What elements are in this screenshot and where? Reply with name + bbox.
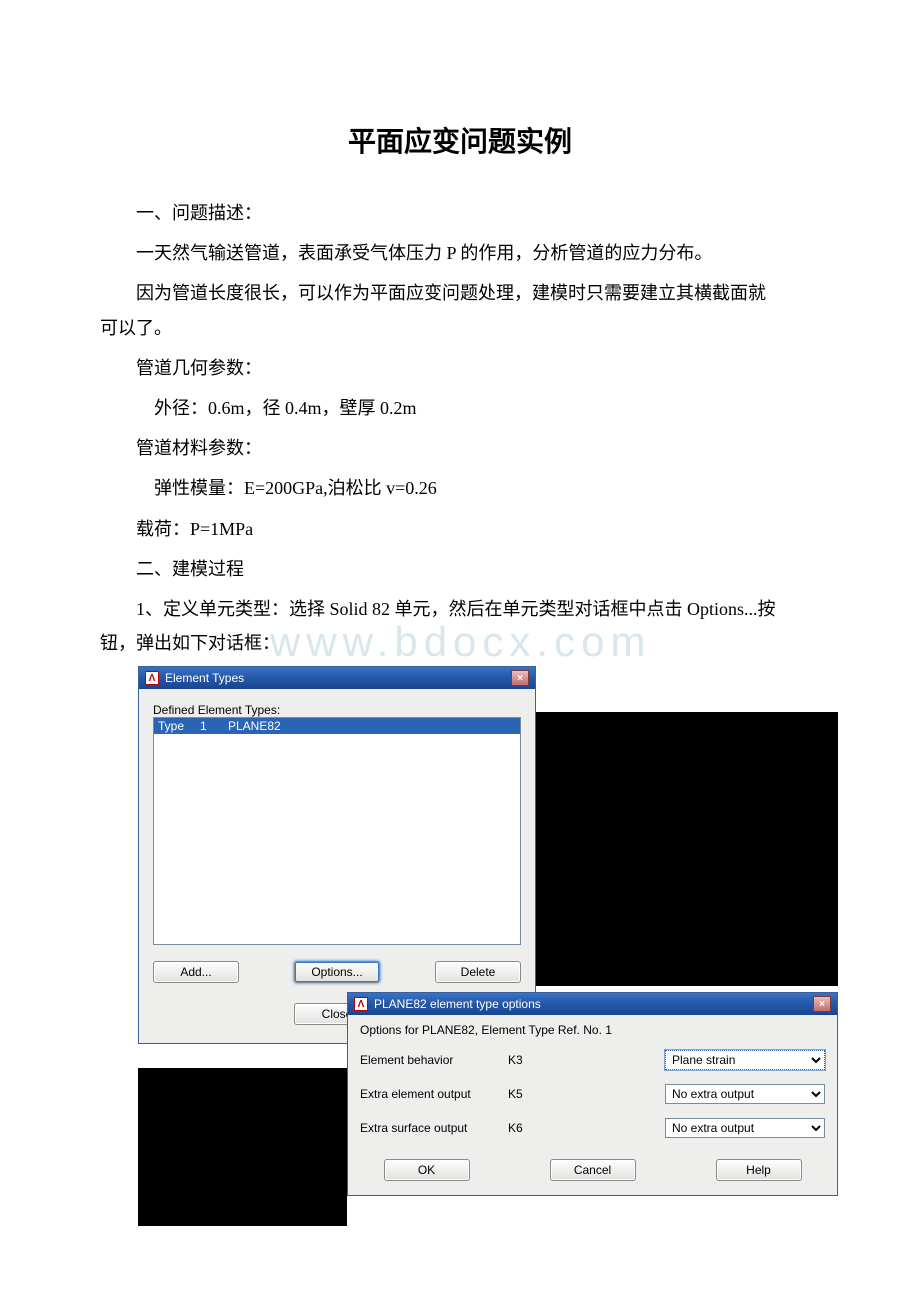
extra-surface-output-select[interactable]: No extra output <box>665 1118 825 1138</box>
option-key: K5 <box>508 1087 568 1101</box>
embedded-screenshot: Λ Element Types × Defined Element Types:… <box>138 666 838 1226</box>
options-description: Options for PLANE82, Element Type Ref. N… <box>360 1023 825 1037</box>
dialog-title: Element Types <box>165 671 511 685</box>
paragraph: 因为管道长度很长，可以作为平面应变问题处理，建模时只需要建立其横截面就 可以了。 <box>100 276 820 344</box>
paragraph: 一天然气输送管道，表面承受气体压力 P 的作用，分析管道的应力分布。 <box>100 236 820 270</box>
element-types-list[interactable]: Type 1 PLANE82 <box>153 717 521 945</box>
element-types-dialog: Λ Element Types × Defined Element Types:… <box>138 666 536 1044</box>
paragraph: 载荷：P=1MPa <box>100 512 820 546</box>
option-label: Extra surface output <box>360 1121 508 1135</box>
help-button[interactable]: Help <box>716 1159 802 1181</box>
paragraph-line: 钮，弹出如下对话框： <box>100 626 820 660</box>
paragraph-line: 因为管道长度很长，可以作为平面应变问题处理，建模时只需要建立其横截面就 <box>100 276 820 310</box>
doc-title: 平面应变问题实例 <box>100 120 820 160</box>
background-panel <box>536 712 838 986</box>
plane82-options-dialog: Λ PLANE82 element type options × Options… <box>347 992 838 1196</box>
paragraph: 弹性模量：E=200GPa,泊松比 v=0.26 <box>100 471 820 505</box>
list-col-type: Type <box>158 719 200 733</box>
paragraph: 1、定义单元类型：选择 Solid 82 单元，然后在单元类型对话框中点击 Op… <box>100 592 820 660</box>
delete-button[interactable]: Delete <box>435 961 521 983</box>
list-item[interactable]: Type 1 PLANE82 <box>154 718 520 734</box>
close-icon[interactable]: × <box>813 996 831 1012</box>
option-row: Element behavior K3 Plane strain <box>360 1043 825 1077</box>
add-button[interactable]: Add... <box>153 961 239 983</box>
cancel-button[interactable]: Cancel <box>550 1159 636 1181</box>
paragraph: 管道材料参数： <box>100 431 820 465</box>
dialog-titlebar[interactable]: Λ Element Types × <box>139 667 535 689</box>
extra-element-output-select[interactable]: No extra output <box>665 1084 825 1104</box>
option-key: K3 <box>508 1053 568 1067</box>
option-row: Extra surface output K6 No extra output <box>360 1111 825 1145</box>
ok-button[interactable]: OK <box>384 1159 470 1181</box>
list-col-name: PLANE82 <box>228 719 281 733</box>
dialog-titlebar[interactable]: Λ PLANE82 element type options × <box>348 993 837 1015</box>
option-label: Element behavior <box>360 1053 508 1067</box>
app-icon: Λ <box>145 671 159 685</box>
paragraph: 管道几何参数： <box>100 351 820 385</box>
background-panel <box>138 1068 347 1226</box>
paragraph: 一、问题描述： <box>100 196 820 230</box>
paragraph: 二、建模过程 <box>100 552 820 586</box>
option-key: K6 <box>508 1121 568 1135</box>
list-col-num: 1 <box>200 719 228 733</box>
paragraph-line: 可以了。 <box>100 311 820 345</box>
paragraph: 外径：0.6m，径 0.4m，壁厚 0.2m <box>100 391 820 425</box>
option-row: Extra element output K5 No extra output <box>360 1077 825 1111</box>
paragraph-line: 1、定义单元类型：选择 Solid 82 单元，然后在单元类型对话框中点击 Op… <box>100 592 820 626</box>
element-behavior-select[interactable]: Plane strain <box>665 1050 825 1070</box>
option-label: Extra element output <box>360 1087 508 1101</box>
app-icon: Λ <box>354 997 368 1011</box>
defined-types-label: Defined Element Types: <box>153 703 521 717</box>
options-button[interactable]: Options... <box>294 961 380 983</box>
close-icon[interactable]: × <box>511 670 529 686</box>
dialog-title: PLANE82 element type options <box>374 997 813 1011</box>
